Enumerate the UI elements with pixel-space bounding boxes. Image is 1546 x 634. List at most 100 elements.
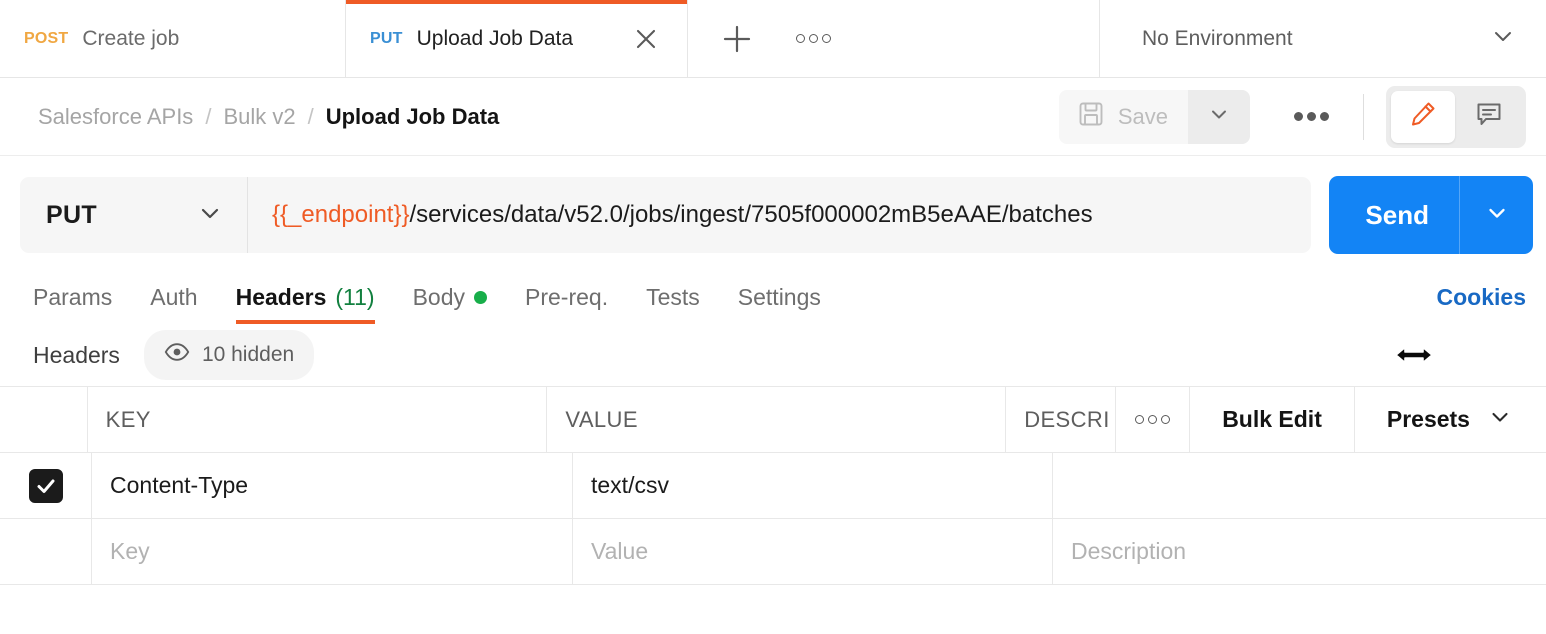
save-button[interactable]: Save bbox=[1059, 90, 1188, 144]
horizontal-resize-icon[interactable] bbox=[1394, 342, 1434, 368]
table-header-checkbox-cell bbox=[0, 387, 88, 452]
chevron-down-icon bbox=[1486, 403, 1514, 437]
tab-tests[interactable]: Tests bbox=[646, 284, 700, 324]
tab-title: Upload Job Data bbox=[417, 27, 573, 51]
tab-settings[interactable]: Settings bbox=[738, 284, 821, 324]
save-label: Save bbox=[1118, 104, 1168, 130]
row-checkbox-cell bbox=[0, 453, 92, 518]
tab-label: Settings bbox=[738, 284, 821, 311]
chevron-down-icon bbox=[1205, 100, 1233, 133]
presets-label: Presets bbox=[1387, 406, 1470, 433]
breadcrumb-separator: / bbox=[308, 104, 314, 130]
breadcrumb-item-folder[interactable]: Bulk v2 bbox=[223, 104, 295, 130]
comment-mode-button[interactable] bbox=[1457, 91, 1521, 143]
new-value-placeholder: Value bbox=[591, 538, 648, 565]
presets-button[interactable]: Presets bbox=[1355, 387, 1546, 452]
table-more-actions-button[interactable] bbox=[1116, 387, 1190, 452]
headers-section-title: Headers bbox=[33, 342, 120, 369]
tab-label: Pre-req. bbox=[525, 284, 608, 311]
send-dropdown-button[interactable] bbox=[1459, 176, 1533, 254]
request-more-actions-button[interactable] bbox=[1272, 112, 1351, 121]
table-header-actions: Bulk Edit Presets bbox=[1116, 387, 1546, 452]
body-status-dot-icon bbox=[474, 291, 487, 304]
row-description-input[interactable] bbox=[1053, 453, 1546, 518]
breadcrumb-item-collection[interactable]: Salesforce APIs bbox=[38, 104, 193, 130]
view-mode-toggle bbox=[1386, 86, 1526, 148]
column-label: VALUE bbox=[565, 407, 638, 433]
bulk-edit-button[interactable]: Bulk Edit bbox=[1190, 387, 1355, 452]
cookies-link[interactable]: Cookies bbox=[1437, 284, 1526, 324]
request-tab-create-job[interactable]: POST Create job bbox=[0, 0, 346, 77]
tab-title: Create job bbox=[82, 27, 179, 51]
new-description-placeholder: Description bbox=[1071, 538, 1186, 565]
headers-count-badge: (11) bbox=[335, 284, 374, 311]
http-method-selector[interactable]: PUT bbox=[20, 177, 248, 253]
table-placeholder-row[interactable]: Key Value Description bbox=[0, 519, 1546, 585]
url-input[interactable]: {{_endpoint}}/services/data/v52.0/jobs/i… bbox=[248, 177, 1311, 253]
tab-auth[interactable]: Auth bbox=[150, 284, 197, 324]
breadcrumb: Salesforce APIs / Bulk v2 / Upload Job D… bbox=[38, 104, 499, 130]
comment-icon bbox=[1474, 99, 1504, 134]
chevron-down-icon bbox=[195, 198, 225, 233]
tab-label: Params bbox=[33, 284, 112, 311]
ellipsis-icon[interactable] bbox=[796, 34, 831, 43]
table-header-value: VALUE bbox=[547, 387, 1006, 452]
url-bar: PUT {{_endpoint}}/services/data/v52.0/jo… bbox=[20, 177, 1311, 253]
hidden-headers-label: 10 hidden bbox=[202, 343, 294, 367]
eye-icon bbox=[164, 339, 190, 371]
tab-params[interactable]: Params bbox=[33, 284, 112, 324]
tab-headers[interactable]: Headers (11) bbox=[236, 284, 375, 324]
row-key-input[interactable]: Content-Type bbox=[92, 453, 573, 518]
ellipsis-icon bbox=[1135, 415, 1170, 424]
tab-label: Tests bbox=[646, 284, 700, 311]
table-header-key: KEY bbox=[88, 387, 548, 452]
row-checkbox[interactable] bbox=[29, 469, 63, 503]
plus-icon[interactable] bbox=[720, 22, 754, 56]
close-icon[interactable] bbox=[629, 22, 663, 56]
save-button-group: Save bbox=[1059, 90, 1250, 144]
tab-body[interactable]: Body bbox=[413, 284, 487, 324]
column-label: DESCRI bbox=[1024, 407, 1110, 433]
breadcrumb-row: Salesforce APIs / Bulk v2 / Upload Job D… bbox=[0, 78, 1546, 156]
breadcrumb-actions: Save bbox=[1059, 86, 1526, 148]
edit-mode-button[interactable] bbox=[1391, 91, 1455, 143]
placeholder-checkbox-cell bbox=[0, 519, 92, 584]
chevron-down-icon bbox=[1488, 21, 1518, 56]
environment-label: No Environment bbox=[1142, 27, 1293, 51]
http-method-label: PUT bbox=[46, 201, 97, 230]
ellipsis-icon bbox=[1294, 112, 1329, 121]
new-key-input[interactable]: Key bbox=[92, 519, 573, 584]
url-variable: {{_endpoint}} bbox=[272, 201, 410, 229]
row-value-input[interactable]: text/csv bbox=[573, 453, 1053, 518]
environment-selector[interactable]: No Environment bbox=[1100, 0, 1546, 77]
url-path: /services/data/v52.0/jobs/ingest/7505f00… bbox=[410, 201, 1093, 229]
save-dropdown-button[interactable] bbox=[1188, 90, 1250, 144]
headers-subheader-row: Headers 10 hidden bbox=[0, 324, 1546, 386]
send-button[interactable]: Send bbox=[1329, 176, 1459, 254]
breadcrumb-item-request: Upload Job Data bbox=[326, 104, 500, 130]
hidden-headers-toggle[interactable]: 10 hidden bbox=[144, 330, 314, 380]
tab-bar-actions bbox=[688, 0, 1100, 77]
table-header-row: KEY VALUE DESCRI Bulk Edit Presets bbox=[0, 387, 1546, 453]
column-label: KEY bbox=[106, 407, 151, 433]
request-tab-upload-job-data[interactable]: PUT Upload Job Data bbox=[346, 0, 688, 77]
tab-pre-request[interactable]: Pre-req. bbox=[525, 284, 608, 324]
breadcrumb-separator: / bbox=[205, 104, 211, 130]
row-value-text: text/csv bbox=[591, 472, 669, 499]
new-value-input[interactable]: Value bbox=[573, 519, 1053, 584]
table-row[interactable]: Content-Type text/csv bbox=[0, 453, 1546, 519]
table-header-description: DESCRI bbox=[1006, 387, 1116, 452]
row-key-text: Content-Type bbox=[110, 472, 248, 499]
tab-label: Auth bbox=[150, 284, 197, 311]
new-description-input[interactable]: Description bbox=[1053, 519, 1546, 584]
pencil-icon bbox=[1408, 99, 1438, 134]
request-section-tabs: Params Auth Headers (11) Body Pre-req. T… bbox=[0, 272, 1546, 324]
tab-label: Headers bbox=[236, 284, 327, 311]
tab-method-label: PUT bbox=[370, 30, 403, 48]
url-bar-row: PUT {{_endpoint}}/services/data/v52.0/jo… bbox=[0, 156, 1546, 272]
divider bbox=[1363, 94, 1364, 140]
tab-bar: POST Create job PUT Upload Job Data No E… bbox=[0, 0, 1546, 78]
chevron-down-icon bbox=[1482, 198, 1512, 233]
floppy-disk-icon bbox=[1077, 100, 1105, 134]
send-button-group: Send bbox=[1329, 176, 1533, 254]
